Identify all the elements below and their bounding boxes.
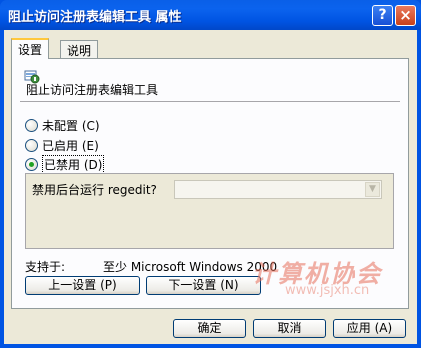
watermark-url: www.jsjxh.cn: [285, 283, 370, 298]
title-bar[interactable]: 阻止访问注册表编辑工具 属性 ? ×: [0, 0, 421, 30]
help-button[interactable]: ?: [372, 5, 393, 26]
radio-circle[interactable]: [25, 158, 38, 171]
next-setting-button[interactable]: 下一设置 (N): [146, 276, 261, 295]
supported-label: 支持于:: [25, 260, 66, 274]
tab-help[interactable]: 说明: [60, 40, 99, 58]
previous-setting-button[interactable]: 上一设置 (P): [25, 276, 140, 295]
radio-label: 已禁用 (D): [42, 155, 105, 174]
radio-not-configured[interactable]: 未配置 (C): [25, 117, 100, 134]
policy-name: 阻止访问注册表编辑工具: [26, 83, 159, 97]
radio-label: 已启用 (E): [42, 139, 99, 153]
option-label: 禁用后台运行 regedit?: [32, 183, 157, 197]
properties-window: 阻止访问注册表编辑工具 属性 ? × 设置 说明 阻止访问注册表编辑工具 未配置…: [0, 0, 421, 348]
separator: [20, 101, 400, 102]
chevron-down-icon[interactable]: ▼: [365, 182, 380, 197]
radio-circle[interactable]: [25, 139, 38, 152]
apply-button[interactable]: 应用 (A): [333, 319, 406, 338]
options-box: 禁用后台运行 regedit? ▼: [25, 173, 394, 249]
radio-label: 未配置 (C): [42, 119, 100, 133]
close-button[interactable]: ×: [395, 5, 416, 26]
radio-disabled[interactable]: 已禁用 (D): [25, 155, 105, 174]
window-title: 阻止访问注册表编辑工具 属性: [8, 10, 182, 25]
radio-circle[interactable]: [25, 119, 38, 132]
tab-settings[interactable]: 设置: [11, 38, 50, 59]
radio-enabled[interactable]: 已启用 (E): [25, 137, 99, 154]
cancel-button[interactable]: 取消: [253, 319, 326, 338]
ok-button[interactable]: 确定: [173, 319, 246, 338]
option-dropdown[interactable]: ▼: [174, 180, 382, 199]
